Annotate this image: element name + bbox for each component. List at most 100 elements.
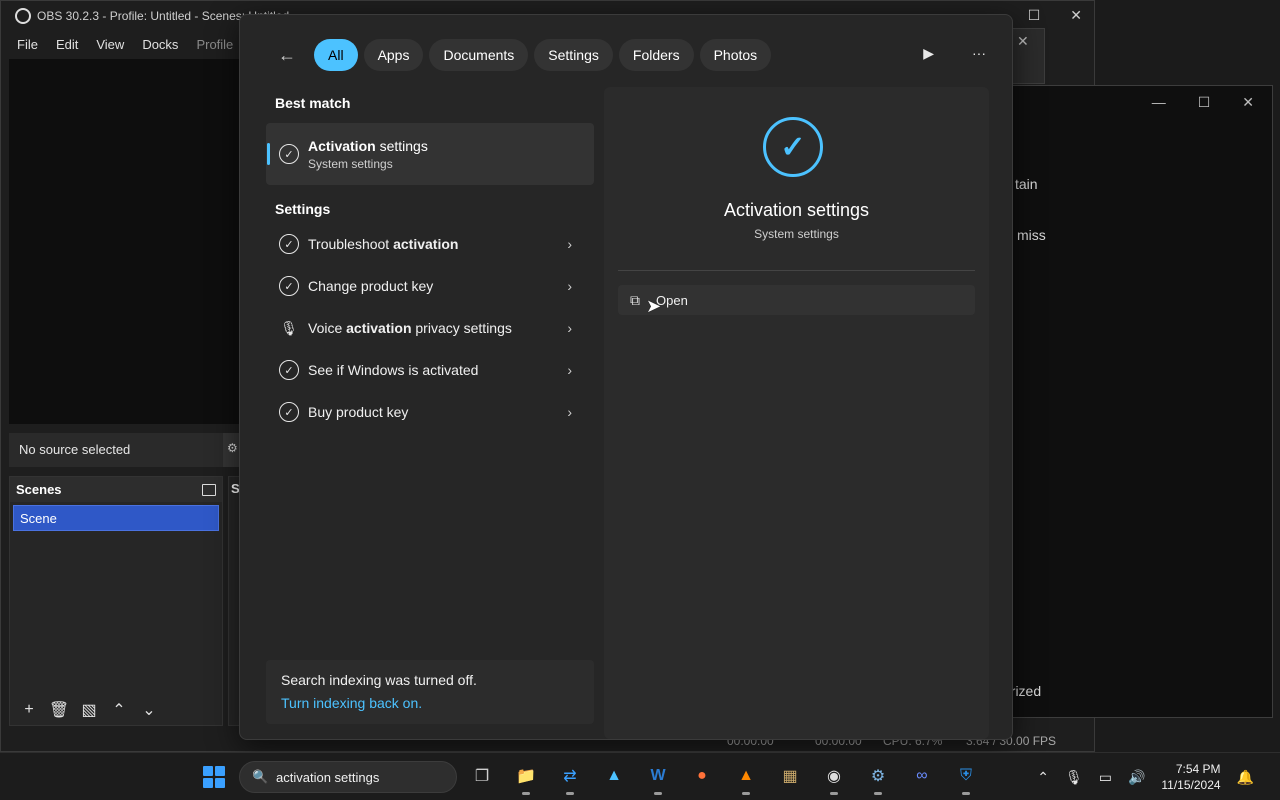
result-buy-product-key[interactable]: ✓ Buy product key › (266, 391, 594, 433)
search-flyout: ← All Apps Documents Settings Folders Ph… (239, 14, 1013, 740)
network-icon[interactable]: ▭ (1099, 769, 1112, 786)
result-label-rest: privacy settings (411, 320, 512, 336)
filter-documents[interactable]: Documents (429, 39, 529, 71)
minimize-icon[interactable]: — (1152, 94, 1166, 111)
result-label-text: See if Windows is activated (308, 362, 479, 378)
result-label: Buy product key (308, 404, 408, 420)
clock[interactable]: 7:54 PM 11/15/2024 (1161, 761, 1220, 793)
file-explorer-icon[interactable]: 📁 (514, 763, 538, 795)
vlc-icon[interactable]: ▲ (734, 763, 758, 795)
search-filters: ← All Apps Documents Settings Folders Ph… (270, 39, 772, 71)
search-top-actions: ▶ ··· (923, 45, 986, 62)
preview-subtitle: System settings (754, 227, 839, 241)
result-label-bold: activation (346, 320, 412, 336)
microphone-icon: 🎙 (280, 319, 298, 336)
move-down-icon[interactable]: ⌄ (138, 699, 160, 721)
window-controls: — ☐ ✕ (1152, 94, 1254, 111)
preview-pane: ✓ Activation settings System settings ⧉ … (604, 87, 989, 739)
firefox-icon[interactable]: ● (690, 763, 714, 789)
microphone-icon[interactable]: 🎙 (1065, 769, 1083, 786)
menu-view[interactable]: View (96, 37, 124, 52)
taskbar-search-text: activation settings (276, 769, 380, 785)
taskbar-apps: ❐ 📁 ⇄ ▲ W ● ▲ ▦ ◉ ⚙ ∞ ⛨ (470, 763, 978, 795)
taskbar: 🔍 activation settings ❐ 📁 ⇄ ▲ W ● ▲ ▦ ◉ … (0, 752, 1280, 800)
clock-time: 7:54 PM (1175, 762, 1221, 776)
maximize-icon[interactable]: ☐ (1198, 94, 1211, 111)
results-pane: Best match ✓ Activation settings System … (266, 95, 594, 433)
close-icon[interactable]: ✕ (1070, 7, 1082, 24)
maximize-icon[interactable]: ☐ (1028, 7, 1041, 24)
open-button[interactable]: ⧉ Open (618, 285, 975, 315)
notification-bell-icon[interactable]: 🔔 (1237, 769, 1254, 786)
filter-apps[interactable]: Apps (363, 39, 424, 71)
result-troubleshoot-activation[interactable]: ✓ Troubleshoot activation › (266, 223, 594, 265)
menu-docks[interactable]: Docks (142, 37, 178, 52)
add-icon[interactable]: + (18, 699, 40, 721)
control-panel-icon[interactable]: ⚙ (866, 763, 890, 795)
check-circle-icon: ✓ (279, 234, 299, 254)
trash-icon[interactable]: 🗑 (48, 699, 70, 721)
volume-icon[interactable]: 🔊 (1128, 769, 1145, 786)
menu-file[interactable]: File (17, 37, 38, 52)
chevron-right-icon[interactable]: › (567, 236, 572, 252)
obs-icon[interactable]: ◉ (822, 763, 846, 795)
best-match-title-rest: settings (375, 137, 428, 154)
result-label: Change product key (308, 278, 433, 294)
search-icon: 🔍 (252, 769, 269, 784)
task-view-icon[interactable]: ❐ (470, 763, 494, 789)
remote-desktop-icon[interactable]: ⇄ (558, 763, 582, 795)
filter-photos[interactable]: Photos (699, 39, 772, 71)
result-see-if-activated[interactable]: ✓ See if Windows is activated › (266, 349, 594, 391)
check-circle-icon: ✓ (279, 276, 299, 296)
result-label-text: Troubleshoot (308, 236, 394, 252)
more-options-icon[interactable]: ··· (972, 45, 986, 62)
turn-indexing-on-link[interactable]: Turn indexing back on. (281, 695, 579, 711)
start-button-icon[interactable] (203, 766, 225, 788)
check-circle-icon: ✓ (279, 360, 299, 380)
result-label-text: Change product key (308, 278, 434, 294)
word-icon[interactable]: W (646, 763, 670, 795)
dock-float-icon[interactable] (202, 483, 216, 496)
settings-heading: Settings (275, 201, 331, 217)
filter-folders[interactable]: Folders (618, 39, 694, 71)
no-source-label: No source selected (9, 433, 223, 467)
mouse-cursor-icon: ➤ (646, 296, 662, 316)
filter-settings[interactable]: Settings (534, 39, 613, 71)
check-circle-icon: ✓ (279, 402, 299, 422)
link-app-icon[interactable]: ∞ (910, 763, 934, 789)
selection-indicator (267, 143, 270, 165)
chevron-up-icon[interactable]: ⌃ (1037, 769, 1049, 786)
security-icon[interactable]: ⛨ (954, 763, 978, 795)
result-change-product-key[interactable]: ✓ Change product key › (266, 265, 594, 307)
filter-all[interactable]: All (314, 39, 358, 71)
obs-preview (9, 59, 241, 424)
scene-list-item[interactable]: Scene (13, 505, 219, 531)
text-fragment: tain (1015, 176, 1038, 192)
filter-icon[interactable]: ▧ (78, 699, 100, 721)
obs-logo-icon (15, 8, 31, 24)
chevron-right-icon[interactable]: › (567, 278, 572, 294)
obs-window-controls: ☐ ✕ (1028, 7, 1082, 24)
chevron-right-icon[interactable]: › (567, 320, 572, 336)
photos-icon[interactable]: ▲ (602, 763, 626, 789)
best-match-item[interactable]: ✓ Activation settings System settings (266, 123, 594, 185)
indexing-notice: Search indexing was turned off. Turn ind… (266, 660, 594, 724)
close-icon[interactable]: ✕ (1017, 33, 1029, 50)
archive-icon[interactable]: ▦ (778, 763, 802, 789)
taskbar-search-box[interactable]: 🔍 activation settings (239, 761, 457, 793)
play-icon[interactable]: ▶ (923, 45, 934, 62)
result-voice-activation-privacy[interactable]: 🎙 Voice activation privacy settings › (266, 307, 594, 349)
close-icon[interactable]: ✕ (1242, 94, 1254, 111)
chevron-right-icon[interactable]: › (567, 404, 572, 420)
menu-edit[interactable]: Edit (56, 37, 78, 52)
move-up-icon[interactable]: ⌃ (108, 699, 130, 721)
back-arrow-icon[interactable]: ← (270, 39, 304, 71)
scenes-toolbar: + 🗑 ▧ ⌃ ⌄ (10, 699, 160, 721)
best-match-subtitle: System settings (308, 156, 393, 171)
menu-profile[interactable]: Profile (196, 37, 233, 52)
background-window: — ☐ ✕ tain miss orized (990, 85, 1273, 718)
result-label-text: Buy product key (308, 404, 409, 420)
chevron-right-icon[interactable]: › (567, 362, 572, 378)
scenes-header: Scenes (10, 477, 222, 502)
system-tray: ⌃ 🎙 ▭ 🔊 7:54 PM 11/15/2024 🔔 (1037, 761, 1254, 793)
